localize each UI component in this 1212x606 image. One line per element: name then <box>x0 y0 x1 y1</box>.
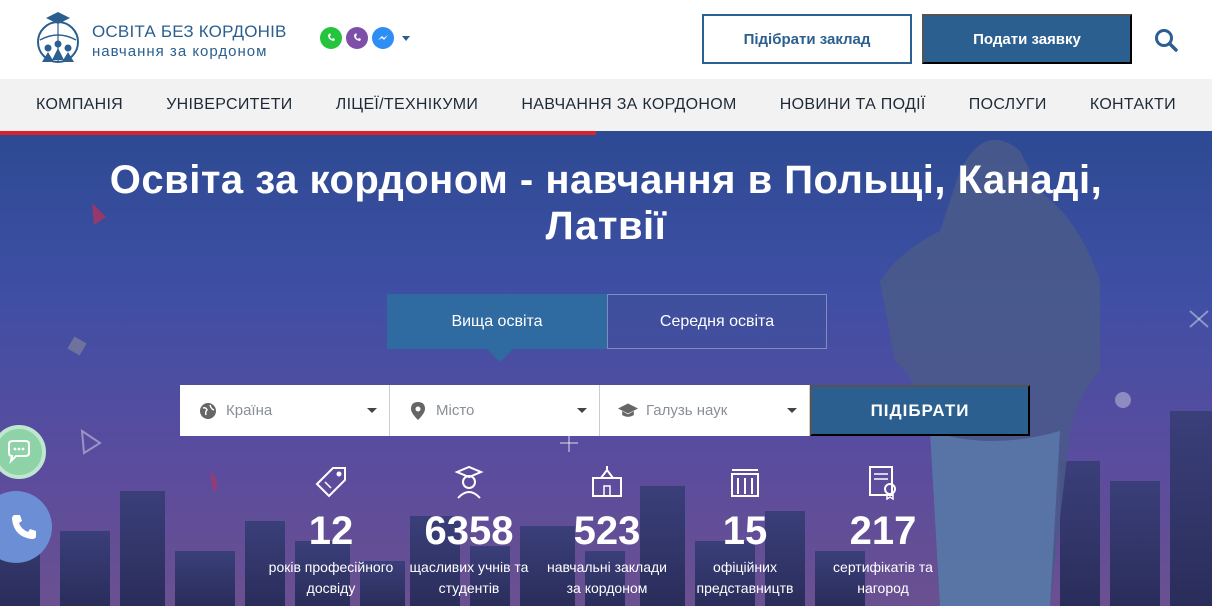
logo-title: ОСВІТА БЕЗ КОРДОНІВ <box>92 22 287 41</box>
certificate-icon <box>814 462 952 502</box>
stat-number: 6358 <box>424 509 514 553</box>
nav-item-company[interactable]: КОМПАНІЯ <box>36 96 123 114</box>
city-select-label: Місто <box>436 402 475 419</box>
search-filters: Країна Місто Галузь наук ПІДІБРАТИ <box>180 385 1030 436</box>
stat-item: 6358 щасливих учнів та студентів <box>400 462 538 599</box>
search-icon[interactable] <box>1153 27 1179 53</box>
field-select[interactable]: Галузь наук <box>600 385 810 436</box>
nav-item-lyceums[interactable]: ЛІЦЕЇ/ТЕХНІКУМИ <box>336 96 478 114</box>
stat-label: сертифікатів та нагород <box>833 559 933 596</box>
nav-item-news[interactable]: НОВИНИ ТА ПОДІЇ <box>780 96 926 114</box>
map-pin-icon <box>408 401 428 421</box>
city-select[interactable]: Місто <box>390 385 600 436</box>
stat-item: 15 офіційних представництв <box>676 462 814 599</box>
stat-number: 15 <box>722 509 768 553</box>
pick-school-button[interactable]: Підібрати заклад <box>702 14 912 64</box>
stat-item: 217 сертифікатів та нагород <box>814 462 952 599</box>
education-tabs: Вища освіта Середня освіта <box>387 294 827 362</box>
field-select-label: Галузь наук <box>646 402 728 419</box>
chevron-down-icon[interactable] <box>402 35 410 41</box>
globe-icon <box>198 401 218 421</box>
stats-row: 12 років професійного досвіду 6358 щаслив… <box>262 462 952 599</box>
nav-item-universities[interactable]: УНІВЕРСИТЕТИ <box>166 96 292 114</box>
chat-icon <box>8 440 30 464</box>
country-select-label: Країна <box>226 402 273 419</box>
site-header: ОСВІТА БЕЗ КОРДОНІВ навчання за кордоном… <box>0 0 1212 79</box>
logo-subtitle: навчання за кордоном <box>92 43 268 60</box>
phone-icon <box>12 515 36 539</box>
stat-label: років професійного досвіду <box>268 559 394 596</box>
viber-icon[interactable] <box>346 27 368 49</box>
hero-title: Освіта за кордоном - навчання в Польщі, … <box>0 157 1212 249</box>
student-icon <box>400 462 538 502</box>
nav-active-underline <box>0 131 596 135</box>
hero-title-line2: Латвії <box>545 204 667 248</box>
stat-label: офіційних представництв <box>696 559 794 596</box>
hero-section: Освіта за кордоном - навчання в Польщі, … <box>0 131 1212 606</box>
whatsapp-icon[interactable] <box>320 27 342 49</box>
messenger-icon[interactable] <box>372 27 394 49</box>
logo-icon[interactable] <box>32 10 84 68</box>
pick-button[interactable]: ПІДІБРАТИ <box>810 385 1030 436</box>
tag-icon <box>262 462 400 502</box>
messenger-links <box>320 27 410 49</box>
stat-label: навчальні заклади за кордоном <box>546 559 668 596</box>
chevron-down-icon <box>787 408 797 413</box>
stat-label: щасливих учнів та студентів <box>409 559 529 596</box>
apply-button[interactable]: Подати заявку <box>922 14 1132 64</box>
chevron-down-icon <box>367 408 377 413</box>
chevron-down-icon <box>577 408 587 413</box>
stat-number: 217 <box>849 509 917 553</box>
stat-item: 12 років професійного досвіду <box>262 462 400 599</box>
school-building-icon <box>538 462 676 502</box>
stat-number: 523 <box>573 509 641 553</box>
stat-number: 12 <box>308 509 354 553</box>
country-select[interactable]: Країна <box>180 385 390 436</box>
tab-higher-education[interactable]: Вища освіта <box>387 294 607 362</box>
stat-item: 523 навчальні заклади за кордоном <box>538 462 676 599</box>
office-building-icon <box>676 462 814 502</box>
main-nav: КОМПАНІЯ УНІВЕРСИТЕТИ ЛІЦЕЇ/ТЕХНІКУМИ НА… <box>0 79 1212 131</box>
tab-secondary-education[interactable]: Середня освіта <box>607 294 827 349</box>
nav-item-study-abroad[interactable]: НАВЧАННЯ ЗА КОРДОНОМ <box>521 96 736 114</box>
nav-item-services[interactable]: ПОСЛУГИ <box>969 96 1047 114</box>
graduation-cap-icon <box>618 401 638 421</box>
hero-title-line1: Освіта за кордоном - навчання в Польщі, … <box>109 158 1103 202</box>
nav-item-contacts[interactable]: КОНТАКТИ <box>1090 96 1176 114</box>
logo-text[interactable]: ОСВІТА БЕЗ КОРДОНІВ навчання за кордоном <box>92 22 287 60</box>
